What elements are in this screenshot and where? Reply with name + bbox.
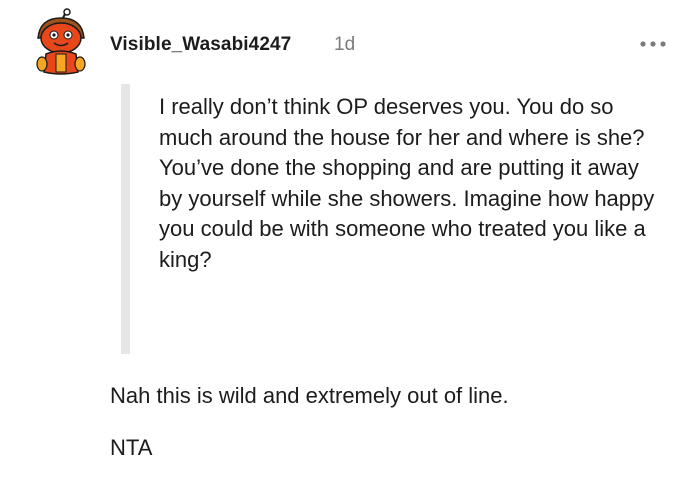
avatar-head	[40, 22, 82, 54]
blockquote-bar	[121, 84, 130, 354]
comment-body-line: NTA	[110, 435, 153, 460]
avatar-antenna-tip	[63, 8, 71, 16]
comment-age: 1d	[334, 34, 356, 55]
avatar[interactable]	[30, 8, 92, 78]
comment-body-line: Nah this is wild and extremely out of li…	[110, 383, 509, 408]
username[interactable]: Visible_Wasabi4247	[110, 34, 291, 56]
more-options-icon[interactable]	[639, 37, 667, 51]
blockquote-text: I really don’t think OP deserves you. Yo…	[159, 94, 655, 272]
avatar-shirt	[55, 53, 67, 73]
